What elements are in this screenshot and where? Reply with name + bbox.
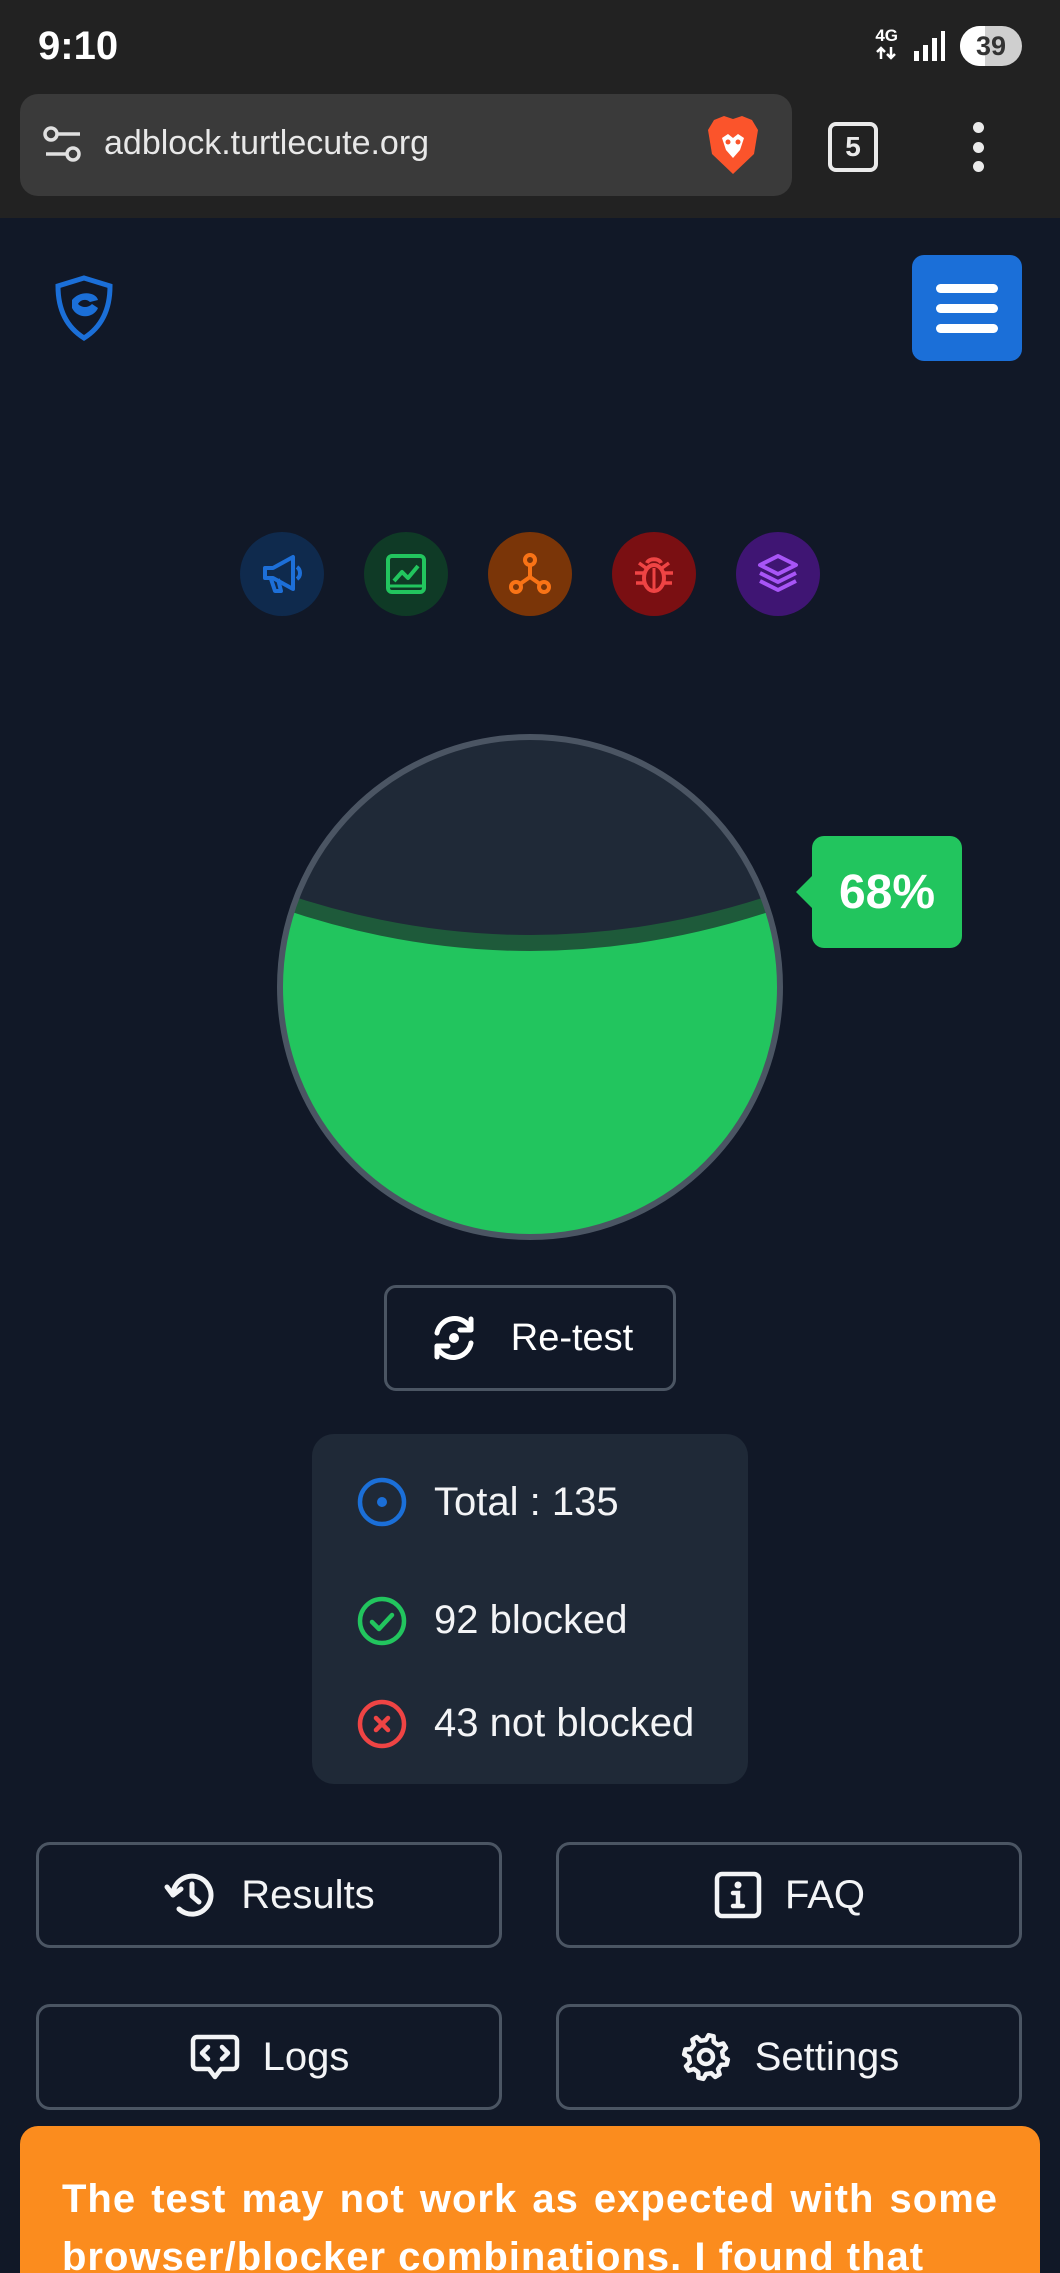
logs-button[interactable]: Logs [36,2004,502,2110]
info-icon [714,1871,762,1919]
results-button[interactable]: Results [36,1842,502,1948]
check-circle-icon [357,1596,407,1645]
stats-card: Total : 135 92 blocked 43 not blocked [312,1434,748,1784]
signal-icon [914,31,945,61]
x-circle-icon [357,1699,407,1748]
battery-level: 39 [975,30,1007,61]
site-settings-icon[interactable] [42,124,84,166]
settings-label: Settings [754,2034,900,2079]
data-arrows-icon [876,45,897,60]
block-rate-gauge [277,734,783,1240]
stat-blocked-label: 92 blocked [434,1598,628,1642]
category-trackers[interactable] [488,532,572,616]
stat-total-label: Total : 135 [434,1479,619,1524]
logs-label: Logs [262,2034,350,2079]
faq-label: FAQ [784,1872,866,1917]
refresh-icon [434,1316,474,1360]
faq-button[interactable]: FAQ [556,1842,1022,1948]
stat-not-blocked-label: 43 not blocked [434,1701,695,1745]
category-analytics[interactable] [364,532,448,616]
megaphone-icon [263,555,302,593]
browser-chrome: 9:10 4G 39 adblock.turtlecute.org 5 [0,0,1060,218]
battery-indicator: 39 [960,26,1022,66]
retest-label: Re-test [510,1316,634,1359]
bug-icon [635,557,673,593]
site-logo-icon[interactable] [52,274,116,342]
layers-icon [758,554,798,592]
hamburger-menu-button[interactable] [912,255,1022,361]
address-bar[interactable]: adblock.turtlecute.org [20,94,792,196]
network-label: 4G [875,25,898,45]
history-icon [164,1873,214,1917]
gear-icon [681,2032,730,2082]
category-errors[interactable] [612,532,696,616]
settings-button[interactable]: Settings [556,2004,1022,2110]
code-message-icon [190,2034,239,2080]
block-rate-badge: 68% [796,836,962,948]
network-icon [509,553,551,594]
url-text[interactable]: adblock.turtlecute.org [104,124,429,163]
category-ads[interactable] [240,532,324,616]
category-icons [240,532,820,616]
compatibility-warning: The test may not work as expected with s… [20,2126,1040,2273]
stat-not-blocked: 43 not blocked [356,1672,748,1775]
network-indicator: 4G [875,25,898,66]
retest-button[interactable]: Re-test [384,1285,676,1391]
target-icon [357,1477,407,1527]
tab-switcher-button[interactable]: 5 [828,122,878,172]
results-label: Results [241,1872,375,1917]
brave-shields-icon[interactable] [704,114,762,176]
category-other[interactable] [736,532,820,616]
status-time: 9:10 [38,24,119,68]
browser-menu-icon[interactable] [968,122,988,172]
stat-total: Total : 135 [356,1466,748,1538]
stat-blocked: 92 blocked [356,1569,748,1672]
page: 9:10 4G 39 adblock.turtlecute.org 5 68% … [0,0,1060,2273]
status-icons: 4G 39 [875,26,1022,66]
gauge-fill [280,901,780,1237]
chart-icon [386,554,426,594]
